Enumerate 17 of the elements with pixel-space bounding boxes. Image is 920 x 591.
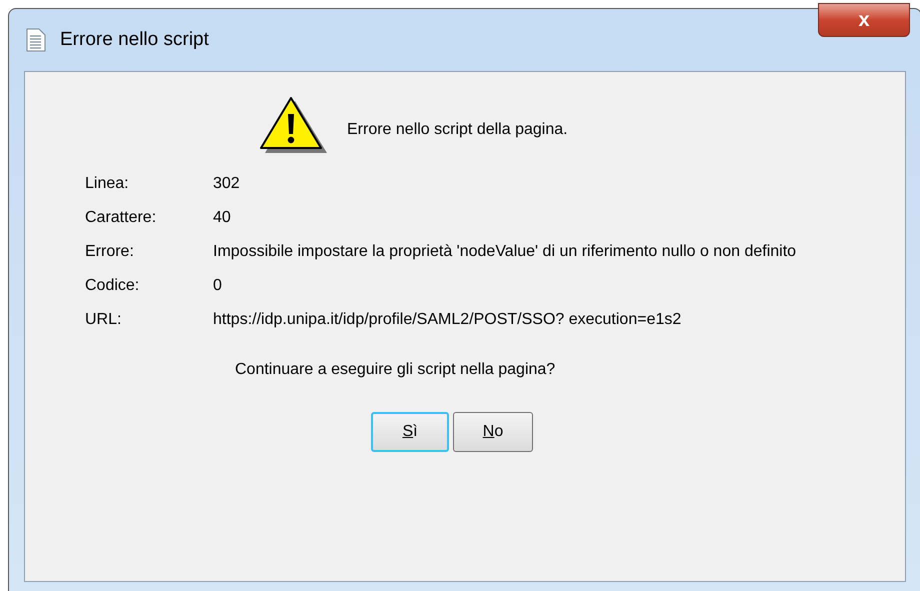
detail-value: 40 xyxy=(213,208,232,228)
error-message: Errore nello script della pagina. xyxy=(347,120,568,140)
dialog-button[interactable]: Sì xyxy=(371,412,449,452)
detail-value: 0 xyxy=(213,276,223,296)
detail-label: URL: xyxy=(85,310,122,330)
detail-value: https://idp.unipa.it/idp/profile/SAML2/POST/SSO? execution=e1s2 xyxy=(213,310,682,330)
dialog-button[interactable]: No xyxy=(453,412,533,452)
detail-value: 302 xyxy=(213,174,241,194)
question-text: Continuare a eseguire gli script nella pagina? xyxy=(234,360,556,380)
detail-label: Codice: xyxy=(85,276,140,296)
detail-label: Carattere: xyxy=(85,208,158,228)
close-button[interactable]: x xyxy=(818,3,910,37)
document-icon xyxy=(26,28,46,52)
detail-label: Errore: xyxy=(85,242,135,262)
detail-label: Linea: xyxy=(85,174,130,194)
window-title: Errore nello script xyxy=(60,28,209,52)
detail-value: Impossibile impostare la proprietà 'nodeValue' di un riferimento nullo o non definito xyxy=(213,242,798,262)
